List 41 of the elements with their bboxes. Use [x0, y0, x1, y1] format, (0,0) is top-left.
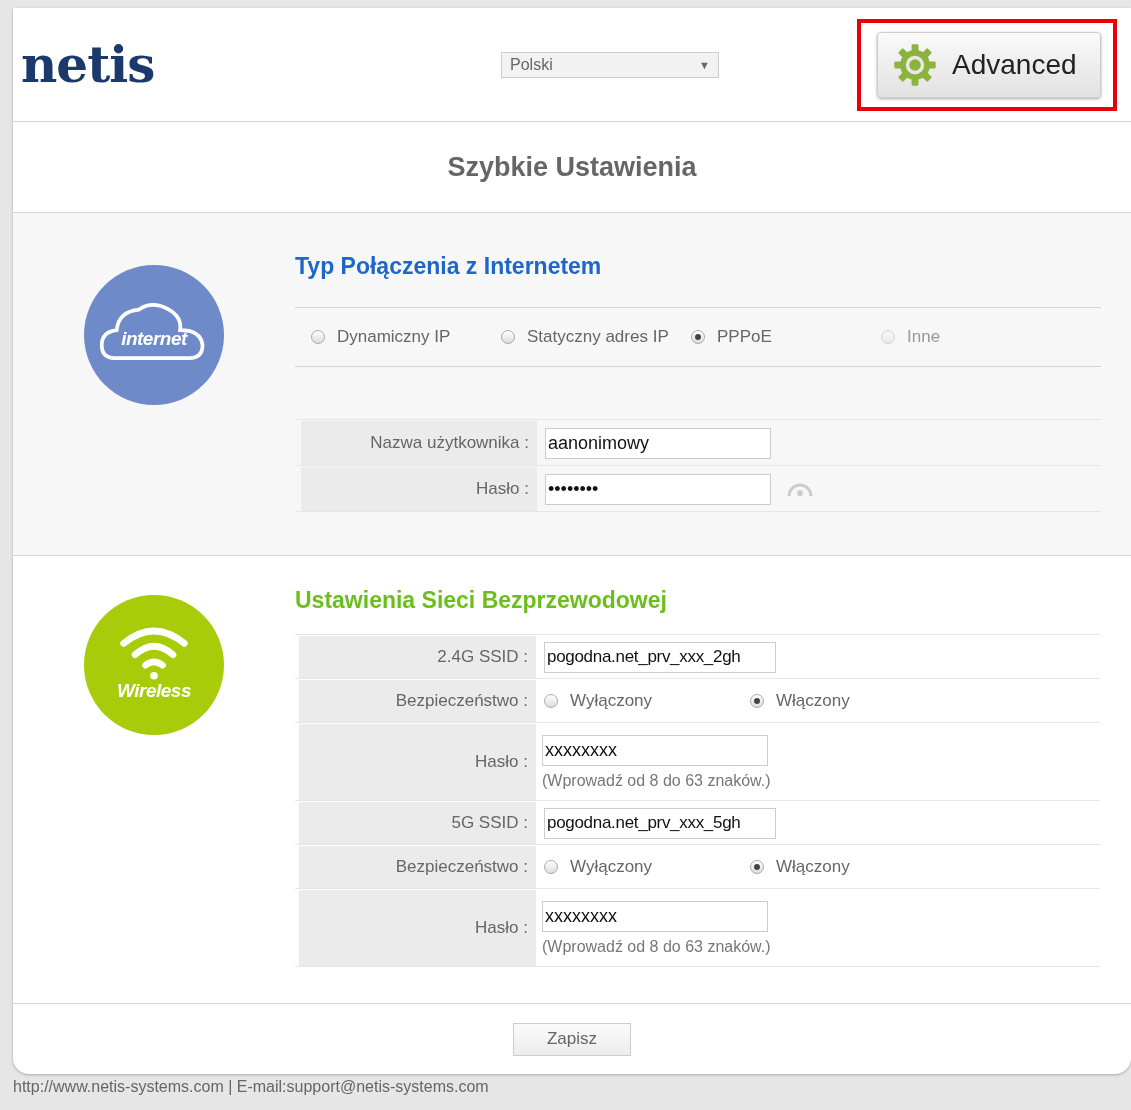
radio-button[interactable] — [750, 860, 764, 874]
field-label: Bezpieczeństwo : — [299, 680, 536, 722]
field-label: 5G SSID : — [299, 802, 536, 844]
radio-button[interactable] — [750, 694, 764, 708]
netis-logo: netis — [21, 35, 156, 94]
ssid-field[interactable]: pogodna.net_prv_xxx_5gh — [544, 807, 776, 839]
password-field[interactable]: xxxxxxxx — [542, 900, 768, 932]
username-field[interactable]: aanonimowy — [545, 427, 771, 459]
connection-type-option[interactable]: Statyczny adres IP — [501, 327, 691, 347]
security-option[interactable]: Włączony — [750, 857, 940, 877]
security-option[interactable]: Wyłączony — [544, 691, 734, 711]
field-label: Hasło : — [299, 724, 536, 800]
password-field[interactable]: xxxxxxxx — [542, 734, 768, 766]
radio-button[interactable] — [544, 694, 558, 708]
security-option[interactable]: Włączony — [750, 691, 940, 711]
radio-button[interactable] — [501, 330, 515, 344]
field-label: Bezpieczeństwo : — [299, 846, 536, 888]
footer-text: http://www.netis-systems.com | E-mail:support@netis-systems.com — [13, 1078, 490, 1096]
security-option[interactable]: Wyłączony — [544, 857, 734, 877]
section-title: Typ Połączenia z Internetem — [295, 253, 603, 281]
ssid-field[interactable]: pogodna.net_prv_xxx_2gh — [544, 641, 776, 673]
field-label: Hasło : — [301, 467, 537, 511]
wireless-badge: Wireless — [84, 595, 224, 735]
field-label: Hasło : — [299, 890, 536, 966]
internet-cloud-badge: internet — [84, 265, 224, 405]
password-field[interactable]: •••••••• — [545, 473, 771, 505]
field-label: 2.4G SSID : — [299, 636, 536, 678]
save-button[interactable]: Zapisz — [513, 1022, 631, 1056]
language-select[interactable]: Polski ▼ — [501, 51, 719, 78]
radio-button[interactable] — [544, 860, 558, 874]
connection-type-option[interactable]: Dynamiczny IP — [311, 327, 501, 347]
radio-button[interactable] — [691, 330, 705, 344]
advanced-button[interactable]: Advanced — [877, 31, 1101, 98]
radio-button[interactable] — [311, 330, 325, 344]
field-label: Nazwa użytkownika : — [301, 421, 537, 465]
eye-icon[interactable] — [787, 481, 813, 497]
connection-type-option[interactable]: PPPoE — [691, 327, 881, 347]
password-hint: (Wprowadź od 8 do 63 znaków.) — [542, 937, 771, 956]
password-hint: (Wprowadź od 8 do 63 znaków.) — [542, 771, 771, 790]
gear-icon — [892, 41, 938, 88]
section-title: Ustawienia Sieci Bezprzewodowej — [295, 587, 668, 615]
